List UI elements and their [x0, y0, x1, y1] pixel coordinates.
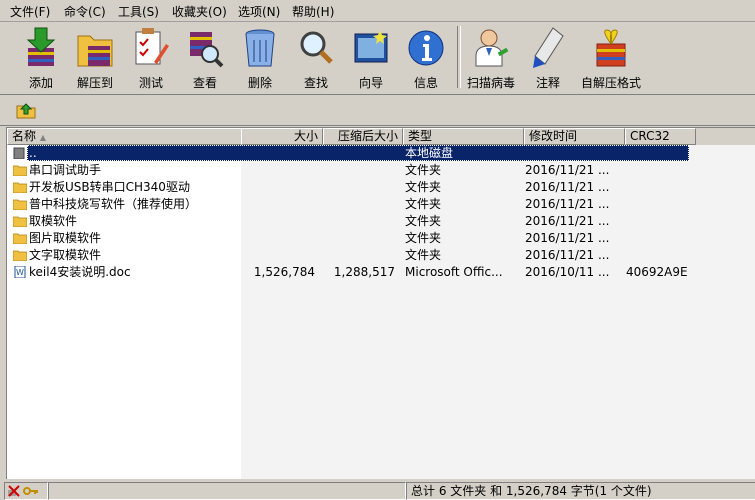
cell-type: 文件夹	[405, 197, 442, 211]
file-row[interactable]: 文字取模软件 文件夹 2016/11/21 ...	[7, 247, 755, 264]
folder-icon	[13, 233, 27, 244]
parent-folder-row[interactable]: .. 本地磁盘	[7, 145, 755, 162]
info-label: 信息	[413, 76, 438, 90]
file-list[interactable]: 名称 ▲ 大小 压缩后大小 类型 修改时间 CRC32 .. 本地磁盘串口调试助手…	[6, 127, 755, 479]
cell-type: 文件夹	[405, 180, 442, 194]
sort-asc-icon: ▲	[39, 133, 46, 142]
file-row[interactable]: 开发板USB转串口CH340驱动 文件夹 2016/11/21 ...	[7, 179, 755, 196]
cell-type: 文件夹	[405, 231, 442, 245]
find-button[interactable]: 查找	[289, 24, 343, 92]
folder-icon	[13, 182, 27, 193]
cell-name: 图片取模软件	[29, 231, 102, 245]
file-row[interactable]: 取模软件 文件夹 2016/11/21 ...	[7, 213, 755, 230]
key-icon	[23, 487, 38, 495]
menu-file[interactable]: 文件(F)	[8, 3, 52, 20]
column-header-name[interactable]: 名称 ▲	[7, 128, 242, 145]
status-summary: 总计 6 文件夹 和 1,526,784 字节(1 个文件)	[406, 482, 755, 500]
cell-packed: 1,288,517	[333, 265, 395, 279]
column-header-crc[interactable]: CRC32	[625, 128, 696, 145]
encryption-off-icon	[8, 485, 20, 497]
virus-scan-icon	[475, 29, 509, 67]
drive-icon	[13, 147, 25, 159]
menu-commands[interactable]: 命令(C)	[62, 3, 108, 20]
comment-icon	[533, 27, 564, 68]
status-selection	[48, 482, 406, 500]
cell-name: 串口调试助手	[29, 163, 102, 177]
folder-icon	[13, 165, 27, 176]
menu-tools[interactable]: 工具(S)	[116, 3, 161, 20]
test-icon	[135, 28, 169, 65]
cell-name: ..	[29, 146, 37, 160]
view-icon	[190, 32, 224, 68]
cell-modified: 2016/11/21 ...	[525, 248, 610, 262]
wizard-icon	[354, 30, 388, 63]
cell-name: 开发板USB转串口CH340驱动	[29, 180, 190, 194]
delete-icon	[245, 29, 275, 67]
cell-type: 文件夹	[405, 248, 442, 262]
cell-modified: 2016/11/21 ...	[525, 197, 610, 211]
virus-scan-button[interactable]: 扫描病毒	[464, 24, 518, 92]
info-button[interactable]: 信息	[399, 24, 453, 92]
cell-modified: 2016/11/21 ...	[525, 231, 610, 245]
cell-modified: 2016/10/11 ...	[525, 265, 610, 279]
folder-icon	[13, 199, 27, 210]
column-header-modified[interactable]: 修改时间	[524, 128, 625, 145]
file-row[interactable]: 图片取模软件 文件夹 2016/11/21 ...	[7, 230, 755, 247]
toolbar: 添加 解压到 测试 查看 删除 查找 向导 信息 扫描病毒 注释 自解压格式	[0, 22, 755, 95]
column-header-packed[interactable]: 压缩后大小	[323, 128, 403, 145]
cell-crc: 40692A9E	[626, 265, 688, 279]
cell-name: 普中科技烧写软件（推荐使用）	[29, 197, 198, 211]
list-header: 名称 ▲ 大小 压缩后大小 类型 修改时间 CRC32	[7, 128, 755, 145]
add-archive-icon	[26, 27, 56, 66]
menu-help[interactable]: 帮助(H)	[290, 3, 336, 20]
cell-type: 本地磁盘	[405, 146, 454, 160]
comment-button[interactable]: 注释	[521, 24, 575, 92]
comment-label: 注释	[535, 76, 560, 90]
column-header-type[interactable]: 类型	[403, 128, 524, 145]
wizard-button[interactable]: 向导	[344, 24, 398, 92]
address-bar	[0, 95, 755, 126]
word-document-icon: W	[14, 266, 26, 278]
delete-button[interactable]: 删除	[233, 24, 287, 92]
cell-size: 1,526,784	[253, 265, 315, 279]
cell-type: 文件夹	[405, 163, 442, 177]
cell-modified: 2016/11/21 ...	[525, 163, 610, 177]
info-icon	[408, 30, 444, 66]
sfx-icon	[596, 29, 626, 67]
cell-name: 文字取模软件	[29, 248, 102, 262]
file-row[interactable]: Wkeil4安装说明.doc 1,526,784 1,288,517 Microsof…	[7, 264, 755, 281]
extract-to-icon	[77, 35, 113, 67]
svg-text:W: W	[16, 268, 24, 277]
cell-type: 文件夹	[405, 214, 442, 228]
file-row[interactable]: 普中科技烧写软件（推荐使用） 文件夹 2016/11/21 ...	[7, 196, 755, 213]
folder-icon	[13, 250, 27, 261]
cell-name: keil4安装说明.doc	[29, 265, 131, 279]
menu-options[interactable]: 选项(N)	[236, 3, 282, 20]
find-icon	[300, 31, 333, 64]
status-bar: 总计 6 文件夹 和 1,526,784 字节(1 个文件)	[0, 480, 755, 500]
sfx-button[interactable]: 自解压格式	[581, 24, 641, 92]
cell-modified: 2016/11/21 ...	[525, 214, 610, 228]
menu-favorites[interactable]: 收藏夹(O)	[170, 3, 229, 20]
cell-type: Microsoft Offic...	[405, 265, 503, 279]
view-button[interactable]: 查看	[178, 24, 232, 92]
extract-to-button[interactable]: 解压到	[68, 24, 122, 92]
menu-bar: 文件(F) 命令(C) 工具(S) 收藏夹(O) 选项(N) 帮助(H)	[0, 0, 755, 22]
cell-name: 取模软件	[29, 214, 78, 228]
status-icons	[4, 482, 48, 500]
file-row[interactable]: 串口调试助手 文件夹 2016/11/21 ...	[7, 162, 755, 179]
sfx-label: 自解压格式	[580, 76, 641, 90]
folder-icon	[13, 216, 27, 227]
up-folder-icon[interactable]	[16, 100, 36, 120]
column-header-size[interactable]: 大小	[241, 128, 323, 145]
cell-modified: 2016/11/21 ...	[525, 180, 610, 194]
